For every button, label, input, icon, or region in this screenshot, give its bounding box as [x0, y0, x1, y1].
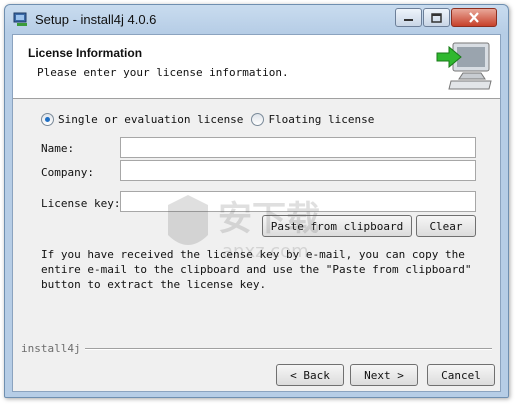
license-type-group: Single or evaluation license Floating li… — [41, 113, 382, 126]
cancel-button[interactable]: Cancel — [427, 364, 495, 386]
back-button[interactable]: < Back — [276, 364, 344, 386]
dialog-body: License Information Please enter your li… — [12, 34, 501, 392]
floating-license-radio[interactable] — [251, 113, 265, 126]
minimize-button[interactable] — [395, 8, 422, 27]
name-field[interactable] — [120, 137, 476, 158]
title-bar[interactable]: Setup - install4j 4.0.6 — [5, 5, 508, 33]
maximize-button[interactable] — [423, 8, 450, 27]
close-button[interactable] — [451, 8, 497, 27]
single-license-label[interactable]: Single or evaluation license — [58, 113, 243, 126]
next-button[interactable]: Next > — [350, 364, 418, 386]
license-key-label: License key: — [41, 197, 121, 210]
name-label: Name: — [41, 142, 75, 155]
company-label: Company: — [41, 166, 94, 179]
watermark-logo: 安下载 anxz.com — [168, 195, 320, 262]
svg-text:anxz.com: anxz.com — [222, 241, 309, 262]
computer-arrow-icon — [436, 42, 492, 90]
setup-window: Setup - install4j 4.0.6 License Informat… — [4, 4, 509, 398]
window-title: Setup - install4j 4.0.6 — [35, 12, 157, 27]
page-subtitle: Please enter your license information. — [37, 66, 289, 79]
company-field[interactable] — [120, 160, 476, 181]
floating-license-label[interactable]: Floating license — [268, 113, 374, 126]
footer-divider — [85, 348, 492, 350]
single-license-radio[interactable] — [41, 113, 54, 126]
clear-button[interactable]: Clear — [416, 215, 476, 237]
header-panel: License Information Please enter your li… — [13, 35, 500, 99]
svg-text:安下载: 安下载 — [218, 199, 320, 239]
page-title: License Information — [28, 46, 143, 60]
install4j-brand: install4j — [21, 342, 81, 355]
close-icon — [469, 12, 479, 23]
maximize-icon — [431, 12, 442, 23]
minimize-icon — [404, 19, 413, 21]
setup-app-icon — [13, 12, 27, 26]
